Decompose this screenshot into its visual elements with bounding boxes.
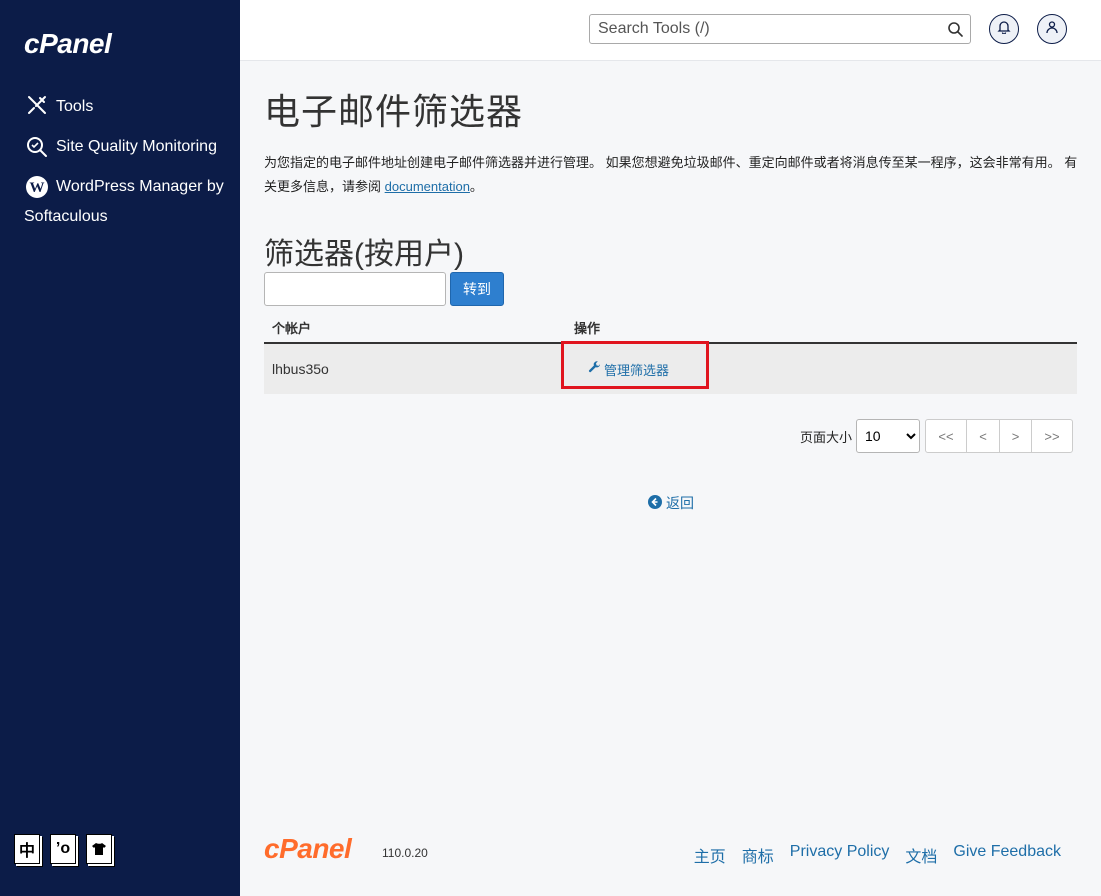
footer-link-feedback[interactable]: Give Feedback xyxy=(953,843,1061,867)
last-page-button[interactable]: >> xyxy=(1032,420,1072,452)
footer-link-privacy[interactable]: Privacy Policy xyxy=(790,843,890,867)
sidebar-item-label: Tools xyxy=(56,98,94,115)
documentation-link[interactable]: documentation xyxy=(385,179,470,194)
wordpress-icon: W xyxy=(24,174,50,200)
page-size-label: 页面大小 xyxy=(800,429,853,445)
version-label: 110.0.20 xyxy=(382,846,428,860)
filter-input[interactable] xyxy=(264,272,446,306)
wrench-icon xyxy=(588,361,601,377)
footer-link-home[interactable]: 主页 xyxy=(694,843,726,867)
cpanel-logo[interactable]: cPanel xyxy=(24,28,112,60)
language-icons: 中 ’o xyxy=(14,834,112,864)
user-icon xyxy=(1045,20,1059,39)
page-size-select[interactable]: 10 xyxy=(856,419,921,453)
sidebar-item-label: WordPress Manager by Softaculous xyxy=(24,178,224,225)
back-link[interactable]: 返回 xyxy=(648,493,694,513)
bell-icon xyxy=(997,20,1011,39)
next-page-button[interactable]: > xyxy=(1000,420,1033,452)
sidebar-item-site-quality[interactable]: Site Quality Monitoring xyxy=(24,132,224,162)
account-cell: lhbus35o xyxy=(272,361,329,377)
punctuation-icon[interactable]: ’o xyxy=(50,834,76,864)
column-header-actions: 操作 xyxy=(574,320,601,336)
table-header: 个帐户 操作 xyxy=(264,312,1077,344)
footer-cpanel-logo: cPanel xyxy=(264,833,352,864)
prev-page-button[interactable]: < xyxy=(967,420,1001,452)
search-icon[interactable] xyxy=(947,21,963,37)
action-cell: 管理筛选器 xyxy=(566,360,1077,379)
page-nav-group: << < > >> xyxy=(925,419,1074,453)
sidebar: cPanel Tools Site Quality Monitoring W W… xyxy=(0,0,240,896)
search-input[interactable] xyxy=(590,15,946,43)
main-content: 电子邮件筛选器 为您指定的电子邮件地址创建电子邮件筛选器并进行管理。 如果您想避… xyxy=(240,61,1101,896)
skin-icon[interactable] xyxy=(86,834,112,864)
footer-link-trademarks[interactable]: 商标 xyxy=(742,843,774,867)
manage-filters-link[interactable]: 管理筛选器 xyxy=(574,360,669,379)
sidebar-item-label: Site Quality Monitoring xyxy=(56,138,217,155)
page-title: 电子邮件筛选器 xyxy=(264,91,524,132)
back-label: 返回 xyxy=(666,495,694,511)
footer-link-docs[interactable]: 文档 xyxy=(905,843,937,867)
go-button[interactable]: 转到 xyxy=(450,272,504,306)
tools-icon xyxy=(24,92,50,118)
column-header-account[interactable]: 个帐户 xyxy=(264,318,566,337)
first-page-button[interactable]: << xyxy=(926,420,968,452)
chinese-input-icon[interactable]: 中 xyxy=(14,834,40,864)
sidebar-item-wordpress[interactable]: W WordPress Manager by Softaculous xyxy=(24,172,224,232)
search-box xyxy=(589,14,971,44)
table-row: lhbus35o 管理筛选器 xyxy=(264,344,1077,394)
footer-links: 主页 商标 Privacy Policy 文档 Give Feedback xyxy=(694,843,1061,867)
top-bar xyxy=(240,0,1101,61)
sidebar-item-tools[interactable]: Tools xyxy=(24,92,224,122)
manage-filters-label: 管理筛选器 xyxy=(604,362,670,378)
pagination: 页面大小 10 << < > >> xyxy=(800,419,1074,453)
notifications-button[interactable] xyxy=(989,14,1019,44)
user-menu-button[interactable] xyxy=(1037,14,1067,44)
section-title: 筛选器(按用户) xyxy=(264,238,464,271)
site-quality-icon xyxy=(24,134,50,160)
accounts-table: 个帐户 操作 lhbus35o 管理筛选器 xyxy=(264,312,1077,394)
description-suffix: 。 xyxy=(469,179,483,194)
svg-text:W: W xyxy=(30,180,45,196)
back-arrow-icon xyxy=(648,494,662,512)
sidebar-nav: Tools Site Quality Monitoring W WordPres… xyxy=(24,92,224,242)
page-description: 为您指定的电子邮件地址创建电子邮件筛选器并进行管理。 如果您想避免垃圾邮件、重定… xyxy=(264,151,1084,199)
